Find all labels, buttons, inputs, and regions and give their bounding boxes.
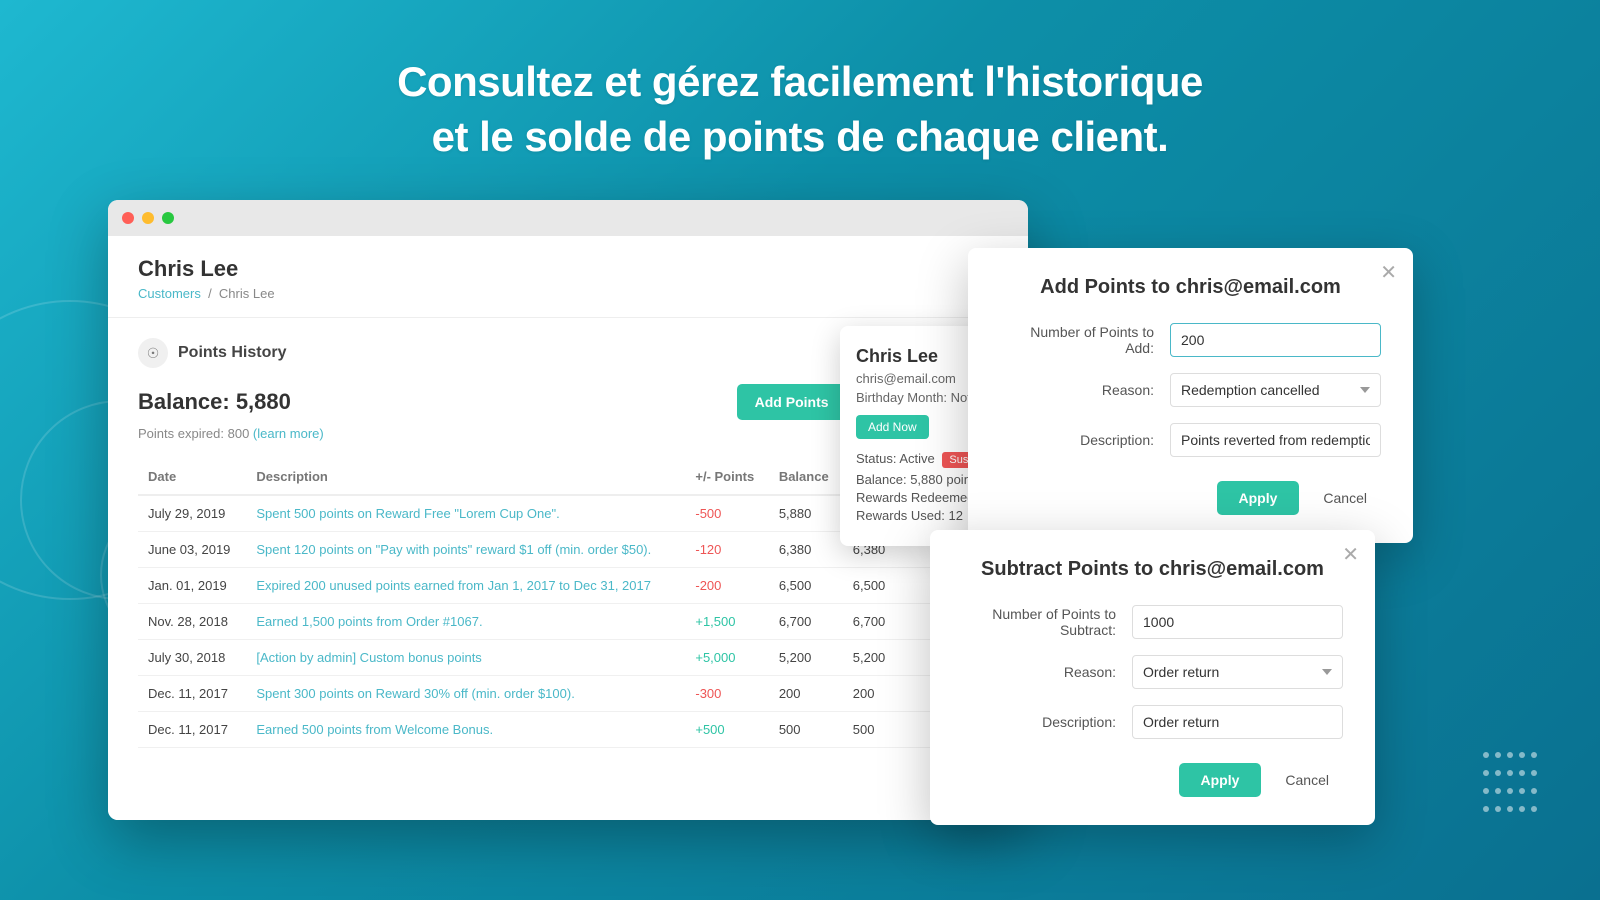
headline: Consultez et gérez facilement l'historiq… [0, 0, 1600, 164]
col-points: +/- Points [685, 459, 768, 495]
cell-description: Spent 300 points on Reward 30% off (min.… [246, 676, 685, 712]
add-points-button[interactable]: Add Points [737, 384, 847, 420]
cell-points: +1,500 [685, 604, 768, 640]
customer-name-title: Chris Lee [138, 256, 998, 282]
balance-text: Balance: 5,880 [138, 389, 291, 415]
table-row: Dec. 11, 2017 Spent 300 points on Reward… [138, 676, 998, 712]
subtract-dialog-title: Subtract Points to chris@email.com [962, 558, 1343, 581]
subtract-cancel-button[interactable]: Cancel [1271, 763, 1343, 797]
subtract-points-dialog: ✕ Subtract Points to chris@email.com Num… [930, 530, 1375, 825]
learn-more-link[interactable]: (learn more) [253, 426, 324, 441]
cell-points: +5,000 [685, 640, 768, 676]
subtract-points-row: Number of Points to Subtract: [962, 605, 1343, 639]
add-reason-row: Reason: Redemption cancelled [1000, 373, 1381, 407]
breadcrumb-current: Chris Lee [219, 286, 275, 301]
cell-points: -500 [685, 495, 768, 532]
subtract-description-label: Description: [962, 714, 1132, 730]
add-points-label: Number of Points to Add: [1000, 324, 1170, 356]
cell-date: Nov. 28, 2018 [138, 604, 246, 640]
cell-balance: 6,380 [769, 532, 843, 568]
col-description: Description [246, 459, 685, 495]
cell-date: July 30, 2018 [138, 640, 246, 676]
cell-date: Dec. 11, 2017 [138, 712, 246, 748]
maximize-button[interactable] [162, 212, 174, 224]
subtract-dialog-close[interactable]: ✕ [1342, 542, 1359, 567]
add-reason-select[interactable]: Redemption cancelled [1170, 373, 1381, 407]
cell-balance: 500 [769, 712, 843, 748]
cell-description: Spent 120 points on "Pay with points" re… [246, 532, 685, 568]
col-date: Date [138, 459, 246, 495]
cell-description: Spent 500 points on Reward Free "Lorem C… [246, 495, 685, 532]
add-points-input[interactable] [1170, 323, 1381, 357]
cell-balance: 6,700 [769, 604, 843, 640]
window-titlebar [108, 200, 1028, 236]
cell-balance: 5,200 [769, 640, 843, 676]
add-description-label: Description: [1000, 432, 1170, 448]
add-description-row: Description: [1000, 423, 1381, 457]
add-cancel-button[interactable]: Cancel [1309, 481, 1381, 515]
section-title: Points History [178, 344, 286, 362]
customer-header: Chris Lee Customers / Chris Lee [108, 236, 1028, 318]
table-row: Dec. 11, 2017 Earned 500 points from Wel… [138, 712, 998, 748]
cell-balance: 5,880 [769, 495, 843, 532]
add-reason-label: Reason: [1000, 382, 1170, 398]
subtract-apply-button[interactable]: Apply [1179, 763, 1262, 797]
add-points-dialog: ✕ Add Points to chris@email.com Number o… [968, 248, 1413, 543]
subtract-reason-select[interactable]: Order return [1132, 655, 1343, 689]
add-points-row: Number of Points to Add: [1000, 323, 1381, 357]
add-dialog-title: Add Points to chris@email.com [1000, 276, 1381, 299]
minimize-button[interactable] [142, 212, 154, 224]
close-button[interactable] [122, 212, 134, 224]
dots-decoration [1480, 748, 1540, 820]
cell-description: Expired 200 unused points earned from Ja… [246, 568, 685, 604]
table-row: Nov. 28, 2018 Earned 1,500 points from O… [138, 604, 998, 640]
add-now-button[interactable]: Add Now [856, 415, 929, 439]
cell-date: July 29, 2019 [138, 495, 246, 532]
cell-date: Dec. 11, 2017 [138, 676, 246, 712]
cell-date: Jan. 01, 2019 [138, 568, 246, 604]
table-row: Jan. 01, 2019 Expired 200 unused points … [138, 568, 998, 604]
add-apply-button[interactable]: Apply [1217, 481, 1300, 515]
col-balance: Balance [769, 459, 843, 495]
cell-date: June 03, 2019 [138, 532, 246, 568]
subtract-points-input[interactable] [1132, 605, 1343, 639]
subtract-points-label: Number of Points to Subtract: [962, 606, 1132, 638]
cell-points: -200 [685, 568, 768, 604]
cell-description: Earned 500 points from Welcome Bonus. [246, 712, 685, 748]
cell-balance: 6,500 [769, 568, 843, 604]
subtract-reason-row: Reason: Order return [962, 655, 1343, 689]
add-dialog-footer: Apply Cancel [1000, 481, 1381, 515]
cell-description: Earned 1,500 points from Order #1067. [246, 604, 685, 640]
cell-balance: 200 [769, 676, 843, 712]
cell-points: -300 [685, 676, 768, 712]
subtract-description-row: Description: [962, 705, 1343, 739]
cell-description: [Action by admin] Custom bonus points [246, 640, 685, 676]
breadcrumb-parent[interactable]: Customers [138, 286, 201, 301]
breadcrumb: Customers / Chris Lee [138, 286, 998, 301]
subtract-description-input[interactable] [1132, 705, 1343, 739]
table-row: July 30, 2018 [Action by admin] Custom b… [138, 640, 998, 676]
cell-points: +500 [685, 712, 768, 748]
add-description-input[interactable] [1170, 423, 1381, 457]
add-dialog-close[interactable]: ✕ [1380, 260, 1397, 285]
subtract-reason-label: Reason: [962, 664, 1132, 680]
user-icon: ☉ [138, 338, 168, 368]
subtract-dialog-footer: Apply Cancel [962, 763, 1343, 797]
cell-points: -120 [685, 532, 768, 568]
